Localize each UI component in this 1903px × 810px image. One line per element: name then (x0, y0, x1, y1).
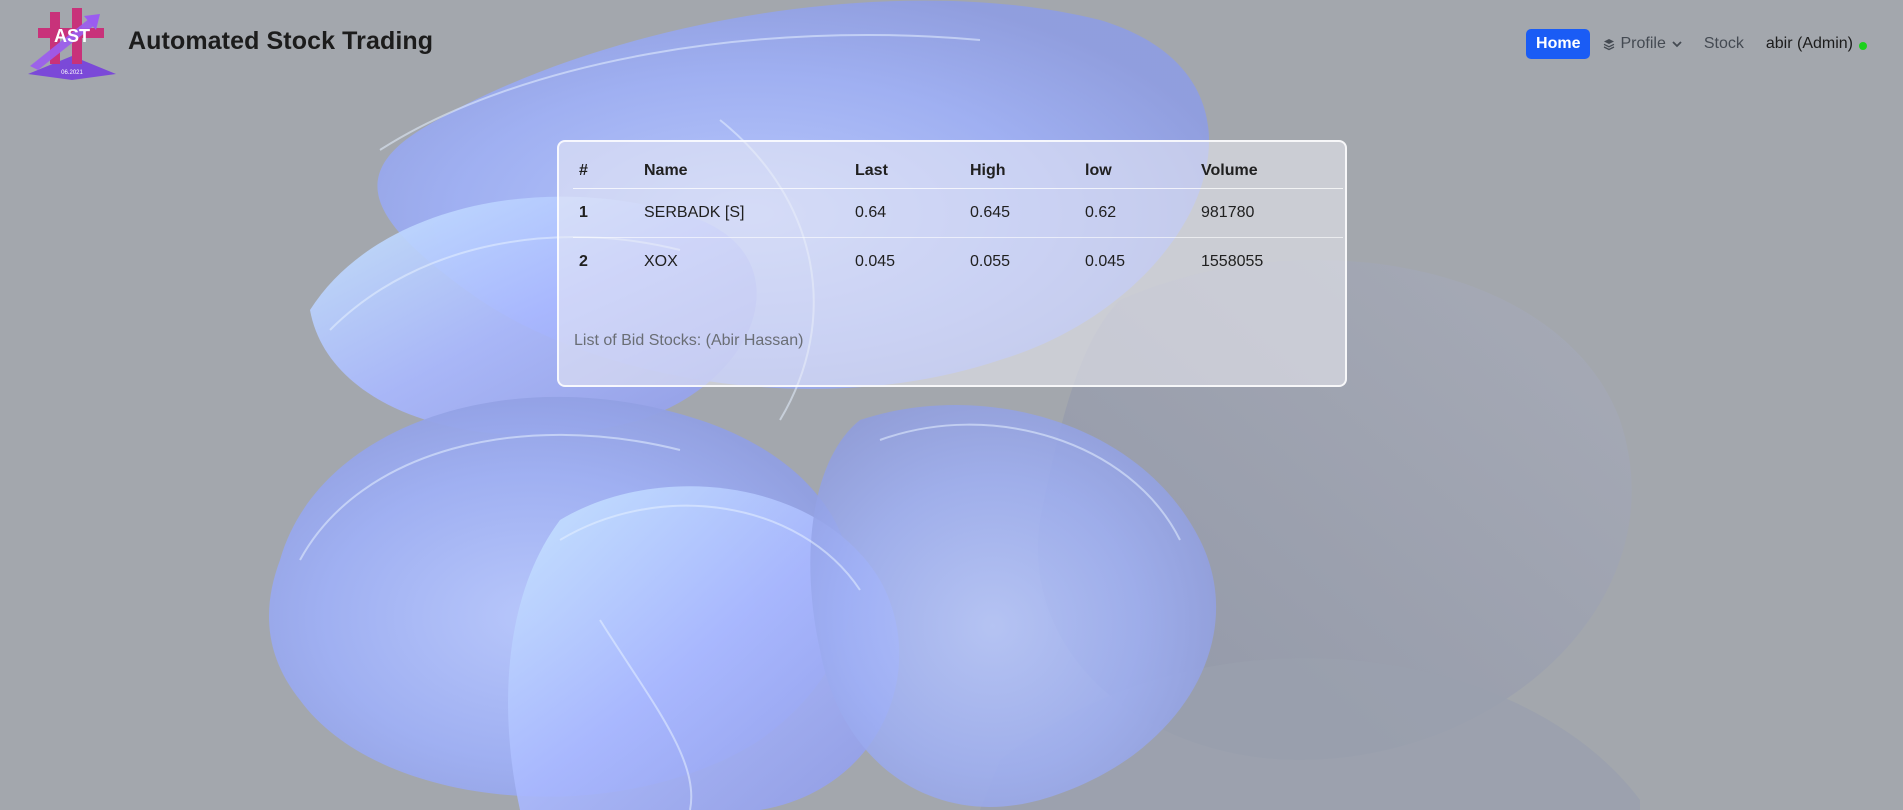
nav-user-account[interactable]: abir (Admin) (1766, 35, 1867, 53)
nav-links: Home Profile Stock abir (Admin) (1526, 29, 1867, 59)
layers-icon (1604, 38, 1615, 50)
table-caption: List of Bid Stocks: (Abir Hassan) (574, 332, 804, 349)
chevron-down-icon (1672, 40, 1682, 47)
cell-high: 0.055 (970, 253, 1011, 270)
logo-subtext: 06.2021 (61, 70, 83, 76)
cell-last: 0.045 (855, 253, 896, 270)
cell-index: 2 (579, 253, 588, 270)
cell-last: 0.64 (855, 188, 970, 238)
table-row[interactable]: 1 SERBADK [S] 0.64 0.645 0.62 981780 (573, 188, 1343, 238)
header-name: Name (644, 154, 855, 189)
header-high: High (970, 154, 1085, 189)
cell-volume: 981780 (1201, 188, 1343, 238)
header-index: # (573, 154, 644, 189)
cell-volume: 1558055 (1201, 253, 1264, 270)
header-low: low (1085, 154, 1201, 189)
cell-index: 1 (573, 188, 644, 238)
cell-high: 0.645 (970, 188, 1085, 238)
brand-title[interactable]: Automated Stock Trading (128, 27, 433, 56)
logo-text: AST (54, 26, 90, 46)
bid-stocks-card: # Name Last High low Volume 1 SERBADK [S… (557, 140, 1347, 387)
cell-low: 0.045 (1085, 253, 1126, 270)
table-row[interactable]: 2 XOX 0.045 0.055 0.045 1558055 (573, 238, 1343, 287)
nav-profile-dropdown[interactable]: Profile (1603, 35, 1682, 53)
nav-home-link[interactable]: Home (1526, 29, 1591, 59)
background-artwork (0, 0, 1903, 810)
table-header-row: # Name Last High low Volume (573, 154, 1343, 189)
header-volume: Volume (1201, 154, 1343, 189)
online-status-dot (1859, 42, 1867, 50)
cell-low: 0.62 (1085, 188, 1201, 238)
bid-stocks-table: # Name Last High low Volume 1 SERBADK [S… (573, 154, 1343, 286)
logo-icon[interactable]: AST 06.2021 (20, 4, 124, 80)
nav-stock-link[interactable]: Stock (1704, 35, 1744, 53)
header-last: Last (855, 154, 970, 189)
user-name-label: abir (Admin) (1765, 35, 1853, 52)
cell-name: SERBADK [S] (644, 188, 855, 238)
top-navbar: AST 06.2021 Automated Stock Trading Home… (0, 0, 1903, 88)
cell-name: XOX (644, 253, 678, 270)
nav-profile-label: Profile (1620, 35, 1666, 52)
